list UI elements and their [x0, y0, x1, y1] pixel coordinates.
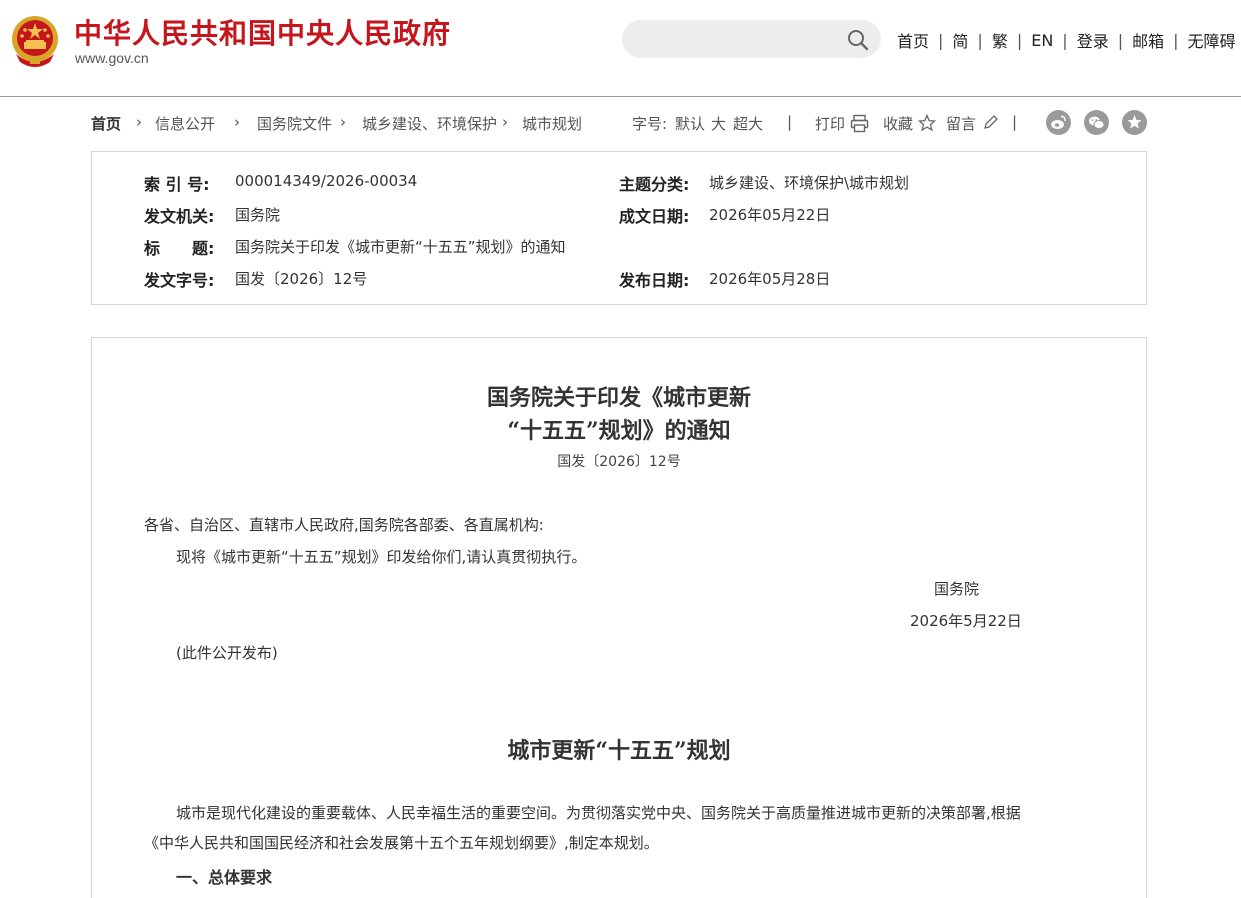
breadcrumb-info-public[interactable]: 信息公开 [155, 113, 215, 134]
issuer-value: 国务院 [235, 206, 281, 224]
breadcrumb-separator: › [136, 113, 142, 131]
intro-paragraph-line1: 城市是现代化建设的重要载体、人民幸福生活的重要空间。为贯彻落实党中央、国务院关于… [176, 804, 1021, 822]
site-header: 中华人民共和国中央人民政府 www.gov.cn 首页 | 简 | 繁 | EN… [0, 0, 1241, 97]
breadcrumb-state-council-docs[interactable]: 国务院文件 [257, 113, 332, 134]
pencil-icon[interactable] [982, 114, 999, 131]
nav-english[interactable]: EN [1031, 31, 1053, 50]
article-doc-number: 国发〔2026〕12号 [557, 454, 681, 470]
publish-date-label: 发布日期: [619, 271, 690, 290]
breadcrumb-home[interactable]: 首页 [91, 113, 121, 134]
nav-separator: | [977, 30, 983, 50]
weibo-icon[interactable] [1046, 110, 1071, 135]
toolbar-divider: | [787, 113, 793, 131]
category-label: 主题分类: [619, 175, 690, 194]
title-value: 国务院关于印发《城市更新“十五五”规划》的通知 [235, 238, 566, 256]
nav-home[interactable]: 首页 [897, 28, 929, 52]
nav-separator: | [1117, 30, 1124, 50]
nav-simplified[interactable]: 简 [952, 28, 968, 52]
article-body: 国务院关于印发《城市更新 “十五五”规划》的通知 国发〔2026〕12号 各省、… [91, 337, 1147, 898]
article-title-line2: “十五五”规划》的通知 [507, 418, 731, 444]
index-value: 000014349/2026-00034 [235, 172, 418, 190]
nav-separator: | [1016, 30, 1023, 50]
notice-body: 现将《城市更新“十五五”规划》印发给你们,请认真贯彻执行。 [176, 548, 587, 566]
written-date-value: 2026年05月22日 [709, 206, 831, 224]
top-nav: 首页 | 简 | 繁 | EN | 登录 | 邮箱 | 无障碍 [897, 28, 1236, 52]
issuer-label: 发文机关: [144, 207, 215, 226]
signer: 国务院 [934, 580, 980, 598]
breadcrumb-city-planning[interactable]: 城市规划 [522, 113, 582, 134]
written-date-label: 成文日期: [619, 207, 690, 226]
star-outline-icon[interactable] [918, 114, 936, 132]
site-title[interactable]: 中华人民共和国中央人民政府 [74, 12, 451, 52]
toolbar-divider: | [1012, 113, 1018, 131]
signing-date: 2026年5月22日 [910, 612, 1022, 630]
nav-traditional[interactable]: 繁 [992, 28, 1008, 52]
plan-title: 城市更新“十五五”规划 [507, 738, 731, 764]
font-size-large[interactable]: 大 [711, 113, 726, 133]
article-title-line1: 国务院关于印发《城市更新 [486, 385, 751, 411]
publication-note: (此件公开发布) [176, 644, 278, 662]
print-button[interactable]: 打印 [815, 113, 845, 133]
search-icon[interactable] [846, 28, 870, 52]
salutation: 各省、自治区、直辖市人民政府,国务院各部委、各直属机构: [144, 516, 544, 534]
site-domain: www.gov.cn [75, 50, 149, 66]
wechat-icon[interactable] [1084, 110, 1109, 135]
publish-date-value: 2026年05月28日 [709, 270, 831, 288]
breadcrumb-separator: › [340, 113, 346, 131]
breadcrumb-urban-rural[interactable]: 城乡建设、环境保护 [362, 113, 497, 134]
intro-paragraph-line2: 《中华人民共和国国民经济和社会发展第十五个五年规划纲要》,制定本规划。 [144, 834, 659, 852]
index-label: 索 引 号: [144, 175, 210, 194]
star-icon[interactable] [1122, 110, 1147, 135]
nav-separator: | [1062, 30, 1068, 50]
category-value: 城乡建设、环境保护\城市规划 [709, 174, 910, 192]
search-input[interactable] [640, 28, 844, 52]
font-size-xlarge[interactable]: 超大 [733, 113, 763, 133]
breadcrumb-separator: › [502, 113, 508, 131]
nav-mailbox[interactable]: 邮箱 [1132, 28, 1164, 52]
font-size-default[interactable]: 默认 [675, 113, 705, 133]
doc-number-label: 发文字号: [144, 271, 215, 290]
printer-icon[interactable] [850, 114, 869, 133]
title-label: 标 题: [144, 239, 215, 258]
document-meta-box: 索 引 号: 000014349/2026-00034 主题分类: 城乡建设、环… [91, 151, 1147, 305]
nav-separator: | [938, 30, 944, 50]
doc-number-value: 国发〔2026〕12号 [235, 270, 368, 288]
national-emblem-icon[interactable] [10, 14, 60, 68]
nav-login[interactable]: 登录 [1077, 28, 1109, 52]
nav-separator: | [1173, 30, 1179, 50]
font-size-label: 字号: [632, 115, 668, 133]
section-heading: 一、总体要求 [176, 868, 273, 887]
search-box[interactable] [622, 20, 881, 58]
comment-button[interactable]: 留言 [946, 113, 976, 133]
favorite-button[interactable]: 收藏 [883, 113, 913, 133]
nav-accessibility[interactable]: 无障碍 [1188, 28, 1236, 52]
breadcrumb-separator: › [234, 113, 240, 131]
